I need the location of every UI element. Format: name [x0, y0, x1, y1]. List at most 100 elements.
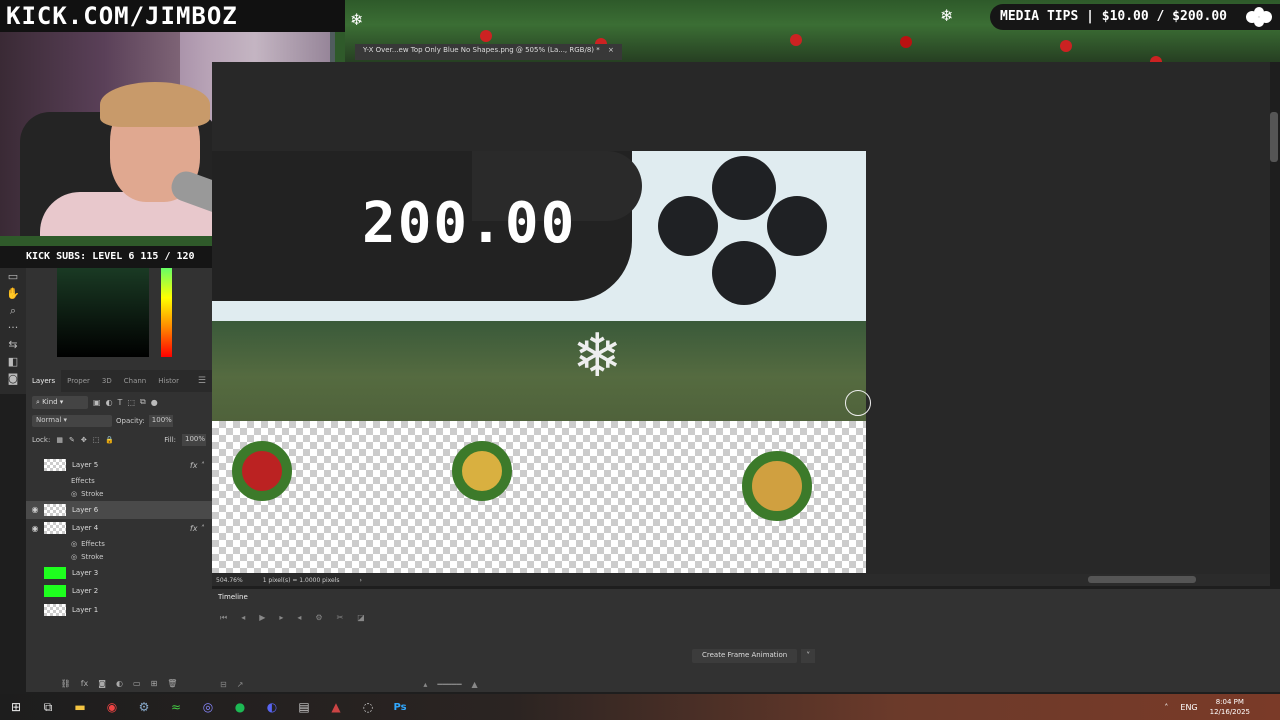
app-icon[interactable]: ◌ — [352, 694, 384, 720]
layer-row[interactable]: Layer 3 — [26, 564, 212, 583]
layer-row[interactable]: Layer 2 — [26, 582, 212, 601]
add-style-icon[interactable]: fx — [81, 679, 89, 688]
quick-mask-icon[interactable]: ◙ — [0, 370, 26, 387]
lock-artboard-icon[interactable]: ⬚ — [93, 436, 100, 444]
settings-icon[interactable]: ⚙ — [315, 613, 322, 623]
language-indicator[interactable]: ENG — [1180, 703, 1197, 712]
zoom-slider[interactable]: ━━━━━ — [437, 680, 461, 689]
play-icon[interactable]: ▶ — [259, 613, 265, 623]
fill-input[interactable]: 100% — [182, 434, 206, 446]
first-frame-icon[interactable]: ⏮ — [220, 613, 227, 623]
eye-icon[interactable]: ◎ — [71, 553, 77, 561]
effects-row[interactable]: Effects — [26, 475, 212, 488]
clock[interactable]: 8:04 PM 12/16/2025 — [1210, 697, 1250, 717]
more-tools-icon[interactable]: ··· — [0, 319, 26, 336]
add-mask-icon[interactable]: ◙ — [98, 679, 106, 688]
blend-mode-dropdown[interactable]: Normal ▾ — [32, 415, 112, 427]
rectangle-tool-icon[interactable]: ▭ — [0, 268, 26, 285]
swap-colors-icon[interactable]: ⇆ — [0, 336, 26, 353]
spotify-icon[interactable]: ● — [224, 694, 256, 720]
document-tab[interactable]: Y-X Over...ew Top Only Blue No Shapes.pn… — [355, 44, 622, 60]
panel-menu-icon[interactable]: ☰ — [198, 376, 212, 386]
eye-icon[interactable]: ◉ — [26, 505, 44, 514]
delete-layer-icon[interactable]: 🗑 — [167, 679, 177, 688]
audio-icon[interactable]: ◂ — [297, 613, 301, 623]
vertical-scrollbar[interactable] — [1270, 112, 1278, 162]
chevron-up-icon[interactable]: ˄ — [1164, 703, 1168, 712]
kind-filter-dropdown[interactable]: ⌕ Kind ▾ — [32, 395, 88, 409]
link-layers-icon[interactable]: ⛓ — [61, 679, 71, 688]
chevron-right-icon[interactable]: › — [360, 577, 362, 584]
hand-tool-icon[interactable]: ✋ — [0, 285, 26, 302]
timeline-title[interactable]: Timeline — [212, 589, 1280, 603]
opacity-input[interactable]: 100% — [148, 415, 173, 427]
chevron-down-icon[interactable]: ˅ — [801, 649, 816, 663]
layer-row[interactable]: ◉ Layer 4 fx ˄ — [26, 519, 212, 538]
close-icon[interactable]: × — [608, 46, 614, 54]
app-icon[interactable]: ▤ — [288, 694, 320, 720]
lock-pixels-icon[interactable]: ▦ — [56, 436, 63, 444]
discord-icon[interactable]: ◐ — [256, 694, 288, 720]
effects-row[interactable]: ◎ Effects — [26, 538, 212, 551]
hue-slider[interactable] — [161, 268, 172, 357]
horizontal-scrollbar[interactable] — [1088, 576, 1196, 583]
eye-icon[interactable]: ◉ — [26, 524, 44, 533]
new-group-icon[interactable]: ▭ — [133, 679, 141, 688]
timeline-footer: ⊟ ↗ ▴ ━━━━━ ▲ — [212, 676, 1280, 692]
steam-icon[interactable]: ⚙ — [128, 694, 160, 720]
zoom-level[interactable]: 504.76% — [216, 577, 243, 584]
stroke-effect-row[interactable]: ◎ Stroke — [26, 488, 212, 501]
shape-filter-icon[interactable]: ⬚ — [127, 398, 135, 407]
layer-row[interactable]: ◉ Layer 6 — [26, 500, 212, 519]
layer-name[interactable]: Layer 1 — [72, 606, 98, 614]
tab-3d[interactable]: 3D — [96, 377, 118, 385]
new-layer-icon[interactable]: ⊞ — [151, 679, 158, 688]
convert-icon[interactable]: ⊟ — [220, 680, 227, 689]
adjustment-filter-icon[interactable]: ◐ — [106, 398, 113, 407]
file-explorer-icon[interactable]: ▬ — [64, 694, 96, 720]
layer-name[interactable]: Layer 2 — [72, 587, 98, 595]
lock-all-icon[interactable]: 🔒 — [105, 436, 114, 444]
document-canvas[interactable]: 200.00 ❄ — [212, 151, 866, 573]
chrome-icon[interactable]: ◉ — [96, 694, 128, 720]
zoom-tool-icon[interactable]: ⌕ — [0, 302, 26, 319]
layer-name[interactable]: Layer 3 — [72, 569, 98, 577]
color-field[interactable] — [57, 268, 149, 357]
transition-icon[interactable]: ◪ — [357, 613, 365, 623]
app-icon[interactable]: ≈ — [160, 694, 192, 720]
stroke-effect-row[interactable]: ◎ Stroke — [26, 551, 212, 564]
layer-row[interactable]: Layer 5 fx ˄ — [26, 456, 212, 475]
create-frame-animation-button[interactable]: Create Frame Animation — [692, 649, 798, 663]
eye-icon[interactable]: ◎ — [71, 490, 77, 498]
windows-start-icon[interactable]: ⊞ — [0, 694, 32, 720]
app-icon[interactable]: ▲ — [320, 694, 352, 720]
eye-icon[interactable]: ◎ — [71, 540, 77, 548]
lock-position-icon[interactable]: ✥ — [81, 436, 87, 444]
adjustment-layer-icon[interactable]: ◐ — [116, 679, 123, 688]
color-swatch-icon[interactable]: ◧ — [0, 353, 26, 370]
layer-name[interactable]: Layer 5 — [72, 461, 98, 469]
filter-toggle-icon[interactable]: ● — [151, 398, 158, 407]
task-view-icon[interactable]: ⧉ — [32, 694, 64, 720]
type-filter-icon[interactable]: T — [118, 398, 123, 407]
image-filter-icon[interactable]: ▣ — [93, 398, 101, 407]
obs-icon[interactable]: ◎ — [192, 694, 224, 720]
photoshop-icon[interactable]: Ps — [384, 694, 416, 720]
next-frame-icon[interactable]: ▸ — [279, 613, 283, 623]
zoom-in-icon[interactable]: ▲ — [472, 680, 478, 689]
lock-paint-icon[interactable]: ✎ — [69, 436, 75, 444]
tab-layers[interactable]: Layers — [26, 370, 62, 392]
layer-name[interactable]: Layer 6 — [72, 506, 98, 514]
layer-name[interactable]: Layer 4 — [72, 524, 98, 532]
zoom-out-icon[interactable]: ▴ — [423, 680, 427, 689]
previous-frame-icon[interactable]: ◂ — [241, 613, 245, 623]
fx-icon[interactable]: fx ˄ — [190, 461, 204, 470]
tab-properties[interactable]: Proper — [61, 377, 96, 385]
smart-object-filter-icon[interactable]: ⧉ — [140, 397, 146, 407]
tab-channels[interactable]: Chann — [118, 377, 153, 385]
layer-row[interactable]: Layer 1 — [26, 601, 212, 620]
render-icon[interactable]: ↗ — [237, 680, 244, 689]
split-icon[interactable]: ✂ — [337, 613, 344, 623]
fx-icon[interactable]: fx ˄ — [190, 524, 204, 533]
tab-history[interactable]: Histor — [152, 377, 185, 385]
